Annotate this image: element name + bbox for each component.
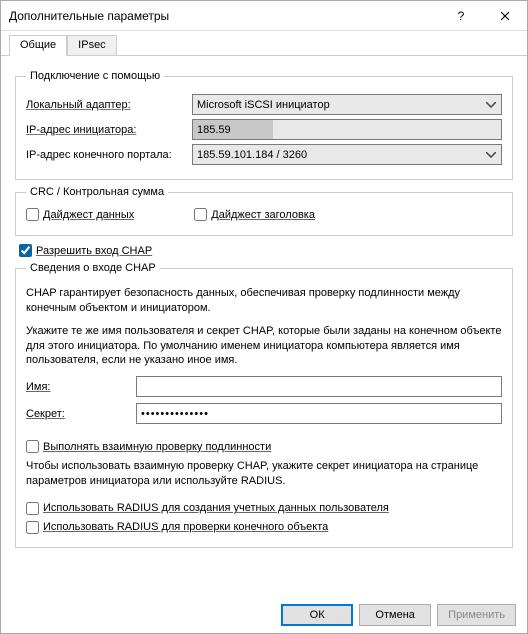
portal-ip-label: IP-адрес конечного портала:	[26, 149, 192, 161]
chap-name-label: Имя:	[26, 381, 136, 393]
radius-creds-label: Использовать RADIUS для создания учетных…	[43, 502, 389, 514]
mutual-auth-checkbox[interactable]: Выполнять взаимную проверку подлинности	[26, 440, 271, 453]
tab-general[interactable]: Общие	[9, 35, 67, 56]
connect-group: Подключение с помощью Локальный адаптер:…	[15, 70, 513, 180]
mutual-auth-label: Выполнять взаимную проверку подлинности	[43, 441, 271, 453]
crc-group: CRC / Контрольная сумма Дайджест данных …	[15, 186, 513, 236]
radius-auth-label: Использовать RADIUS для проверки конечно…	[43, 521, 328, 533]
tab-ipsec[interactable]: IPsec	[67, 35, 117, 55]
button-bar: ОК Отмена Применить	[281, 604, 516, 626]
adapter-select[interactable]: Microsoft iSCSI инициатор	[192, 94, 502, 115]
ok-button[interactable]: ОК	[281, 604, 353, 626]
data-digest-checkbox[interactable]: Дайджест данных	[26, 208, 134, 221]
chap-name-input[interactable]	[136, 376, 502, 397]
help-button[interactable]: ?	[439, 1, 483, 30]
initiator-ip-label: IP-адрес инициатора:	[26, 124, 192, 136]
initiator-ip-select[interactable]: 185.59	[192, 119, 502, 140]
allow-chap-checkbox[interactable]: Разрешить вход CHAP	[19, 244, 152, 257]
portal-ip-select[interactable]: 185.59.101.184 / 3260	[192, 144, 502, 165]
chap-secret-label: Секрет:	[26, 408, 136, 420]
allow-chap-label: Разрешить вход CHAP	[36, 245, 152, 257]
close-button[interactable]	[483, 1, 527, 30]
tabs: Общие IPsec	[1, 31, 527, 56]
data-digest-label: Дайджест данных	[43, 209, 134, 221]
tab-content: Подключение с помощью Локальный адаптер:…	[1, 56, 527, 548]
data-digest-input[interactable]	[26, 208, 39, 221]
crc-legend: CRC / Контрольная сумма	[26, 186, 168, 198]
close-icon	[500, 11, 510, 21]
chap-desc2: Укажите те же имя пользователя и секрет …	[26, 324, 502, 369]
chap-legend: Сведения о входе CHAP	[26, 262, 160, 274]
apply-button[interactable]: Применить	[437, 604, 516, 626]
chap-group: Сведения о входе CHAP CHAP гарантирует б…	[15, 262, 513, 548]
mutual-auth-desc: Чтобы использовать взаимную проверку CHA…	[26, 459, 502, 489]
header-digest-input[interactable]	[194, 208, 207, 221]
window-title: Дополнительные параметры	[9, 9, 439, 23]
radius-creds-input[interactable]	[26, 502, 39, 515]
chap-desc1: CHAP гарантирует безопасность данных, об…	[26, 286, 502, 316]
radius-auth-checkbox[interactable]: Использовать RADIUS для проверки конечно…	[26, 521, 328, 534]
header-digest-checkbox[interactable]: Дайджест заголовка	[194, 208, 315, 221]
connect-legend: Подключение с помощью	[26, 70, 164, 82]
cancel-button[interactable]: Отмена	[359, 604, 431, 626]
radius-auth-input[interactable]	[26, 521, 39, 534]
chap-secret-input[interactable]	[136, 403, 502, 424]
radius-creds-checkbox[interactable]: Использовать RADIUS для создания учетных…	[26, 502, 389, 515]
mutual-auth-input[interactable]	[26, 440, 39, 453]
header-digest-label: Дайджест заголовка	[211, 209, 315, 221]
adapter-label: Локальный адаптер:	[26, 99, 192, 111]
titlebar: Дополнительные параметры ?	[1, 1, 527, 31]
allow-chap-input[interactable]	[19, 244, 32, 257]
